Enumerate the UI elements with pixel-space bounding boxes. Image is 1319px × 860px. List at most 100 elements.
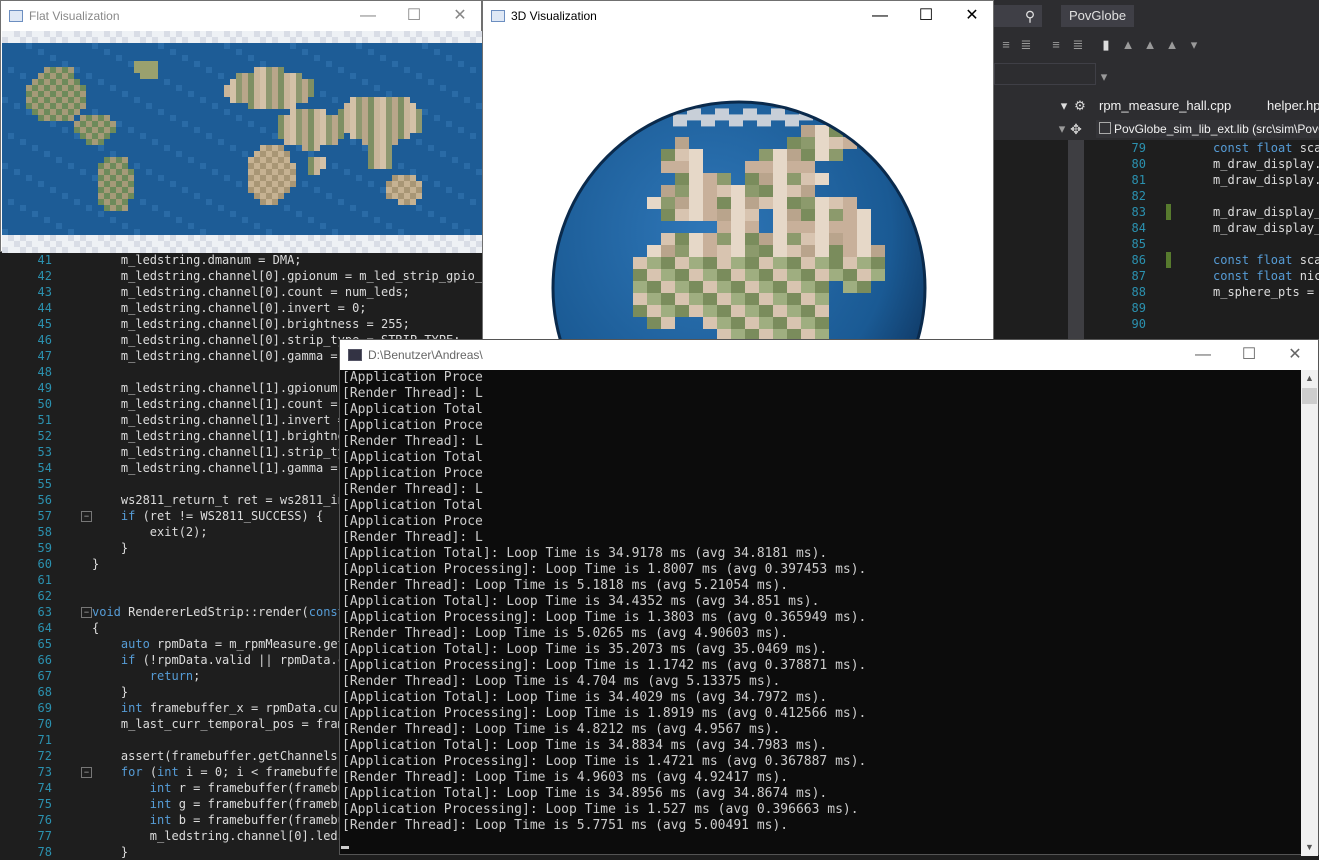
line-number: 56 bbox=[37, 493, 52, 507]
flat-map-canvas bbox=[2, 31, 482, 253]
line-number: 50 bbox=[37, 397, 52, 411]
console-line: [Application Processing]: Loop Time is 1… bbox=[342, 658, 867, 673]
line-number: 43 bbox=[37, 285, 52, 299]
prev-bookmark-icon[interactable]: ▲ bbox=[1120, 36, 1136, 54]
maximize-button[interactable]: ☐ bbox=[1226, 340, 1272, 370]
line-number: 60 bbox=[37, 557, 52, 571]
line-number: 73 bbox=[37, 765, 52, 779]
minimize-button[interactable]: — bbox=[345, 1, 391, 31]
project-nav-combo[interactable]: PovGlobe_sim_lib_ext.lib (src\sim\PovGlo… bbox=[1096, 120, 1319, 138]
gear-icon[interactable]: ⚙ bbox=[1072, 97, 1088, 115]
line-number: 89 bbox=[1131, 301, 1146, 315]
code-line: m_ledstring.channel[1].invert = bbox=[92, 413, 353, 427]
line-number: 81 bbox=[1131, 173, 1146, 187]
fold-toggle-icon[interactable]: − bbox=[81, 511, 92, 522]
code-line: if (ret != WS2811_SUCCESS) { bbox=[120, 509, 324, 523]
code-line: m_ledstring.channel[1].gamma = bbox=[92, 461, 345, 475]
ide-solution-title[interactable]: PovGlobe bbox=[1061, 5, 1135, 27]
line-number: 87 bbox=[1131, 269, 1146, 283]
console-line: [Application Proce bbox=[342, 514, 483, 529]
next-bookmark-icon[interactable]: ▲ bbox=[1142, 36, 1158, 54]
line-number: 58 bbox=[37, 525, 52, 539]
line-number: 70 bbox=[37, 717, 52, 731]
console-line: [Render Thread]: Loop Time is 4.9603 ms … bbox=[342, 770, 789, 785]
console-titlebar[interactable]: D:\Benutzer\Andreas\ — ☐ ✕ bbox=[340, 340, 1318, 370]
line-number: 61 bbox=[37, 573, 52, 587]
code-line: m_ledstring.channel[0].count = num_leds; bbox=[92, 285, 410, 299]
globe-window-title: 3D Visualization bbox=[511, 9, 597, 23]
line-number: 78 bbox=[37, 845, 52, 859]
line-number: 48 bbox=[37, 365, 52, 379]
toolbar-overflow-icon[interactable]: ▾ bbox=[1186, 36, 1202, 54]
code-line: m_ledstring.channel[1].count = bbox=[92, 397, 345, 411]
console-line: [Render Thread]: Loop Time is 5.7751 ms … bbox=[342, 818, 789, 833]
line-number: 54 bbox=[37, 461, 52, 475]
code-line: auto rpmData = m_rpmMeasure.get bbox=[120, 637, 345, 651]
comment-icon[interactable]: ≡ bbox=[1048, 36, 1064, 54]
close-button[interactable]: ✕ bbox=[1272, 340, 1318, 370]
code-line: } bbox=[92, 845, 129, 859]
tab-rpm-measure-hall[interactable]: rpm_measure_hall.cpp bbox=[1099, 98, 1231, 113]
code-line: int b = framebuffer(framebu bbox=[149, 813, 345, 827]
line-number: 75 bbox=[37, 797, 52, 811]
align-icon[interactable]: ≡ bbox=[998, 36, 1014, 54]
globe-window-titlebar[interactable]: 3D Visualization — ☐ ✕ bbox=[483, 1, 993, 31]
console-line: [Render Thread]: L bbox=[342, 530, 483, 545]
console-line: [Application Processing]: Loop Time is 1… bbox=[342, 610, 867, 625]
code-line: assert(framebuffer.getChannels( bbox=[92, 749, 345, 763]
console-line: [Application Total bbox=[342, 402, 483, 417]
console-icon bbox=[348, 349, 362, 361]
console-line: [Render Thread]: Loop Time is 5.1818 ms … bbox=[342, 578, 789, 593]
overflow-icon[interactable]: ▾ bbox=[1096, 68, 1112, 86]
code-line: m_ledstring.channel[1].gpionum bbox=[92, 381, 345, 395]
minimize-button[interactable]: — bbox=[857, 1, 903, 31]
indent-icon[interactable]: ≣ bbox=[1018, 36, 1034, 54]
console-line: [Application Total]: Loop Time is 34.435… bbox=[342, 594, 820, 609]
console-scrollbar[interactable]: ▲ ▼ bbox=[1301, 370, 1318, 856]
split-icon[interactable]: ✥ bbox=[1068, 120, 1084, 138]
line-number: 45 bbox=[37, 317, 52, 331]
configuration-dropdown[interactable] bbox=[994, 63, 1096, 85]
scroll-up-icon[interactable]: ▲ bbox=[1301, 370, 1318, 387]
console-line: [Application Total]: Loop Time is 34.402… bbox=[342, 690, 828, 705]
line-number: 66 bbox=[37, 653, 52, 667]
flat-visualization-window[interactable]: Flat Visualization — ☐ ✕ bbox=[0, 0, 482, 253]
code-line: m_ledstring.channel[1].strip_ty bbox=[92, 445, 345, 459]
minimize-button[interactable]: — bbox=[1180, 340, 1226, 370]
code-line: } bbox=[92, 541, 129, 555]
line-number: 62 bbox=[37, 589, 52, 603]
tab-helper[interactable]: helper.hpp bbox=[1267, 98, 1319, 113]
console-output[interactable]: [Application Proce [Render Thread]: L [App… bbox=[342, 370, 1302, 856]
flat-window-titlebar[interactable]: Flat Visualization — ☐ ✕ bbox=[1, 1, 481, 31]
console-line: [Application Total]: Loop Time is 34.883… bbox=[342, 738, 828, 753]
fold-toggle-icon[interactable]: − bbox=[81, 607, 92, 618]
line-number: 49 bbox=[37, 381, 52, 395]
code-line: m_draw_display.r bbox=[1213, 173, 1319, 187]
close-button[interactable]: ✕ bbox=[949, 1, 995, 31]
console-line: [Application Proce bbox=[342, 418, 483, 433]
code-line: m_sphere_pts = bbox=[1213, 285, 1315, 299]
fold-toggle-icon[interactable]: − bbox=[81, 767, 92, 778]
console-line: [Application Total]: Loop Time is 34.895… bbox=[342, 786, 828, 801]
code-line: m_ledstring.channel[0].invert = 0; bbox=[92, 301, 367, 315]
close-button[interactable]: ✕ bbox=[437, 1, 483, 31]
maximize-button[interactable]: ☐ bbox=[391, 1, 437, 31]
maximize-button[interactable]: ☐ bbox=[903, 1, 949, 31]
console-scroll-thumb[interactable] bbox=[1302, 388, 1317, 404]
scroll-down-icon[interactable]: ▼ bbox=[1301, 839, 1318, 856]
line-number: 90 bbox=[1131, 317, 1146, 331]
code-line: return; bbox=[149, 669, 201, 683]
uncomment-icon[interactable]: ≣ bbox=[1070, 36, 1086, 54]
clear-bookmark-icon[interactable]: ▲ bbox=[1164, 36, 1180, 54]
console-line: [Application Total]: Loop Time is 34.917… bbox=[342, 546, 828, 561]
search-icon[interactable]: ⚲ bbox=[1019, 5, 1041, 27]
code-line: ws2811_return_t ret = ws2811_in bbox=[92, 493, 345, 507]
bookmark-icon[interactable]: ▮ bbox=[1098, 36, 1114, 54]
console-line: [Application Total bbox=[342, 450, 483, 465]
code-line: const float sca bbox=[1213, 253, 1319, 267]
tab-dropdown-icon[interactable]: ▾ bbox=[1056, 97, 1072, 115]
editor-scrollbar[interactable] bbox=[1068, 140, 1084, 340]
console-window[interactable]: D:\Benutzer\Andreas\ — ☐ ✕ [Application … bbox=[339, 339, 1319, 856]
code-line: m_draw_display_ bbox=[1213, 221, 1319, 235]
console-line: [Application Total bbox=[342, 498, 483, 513]
